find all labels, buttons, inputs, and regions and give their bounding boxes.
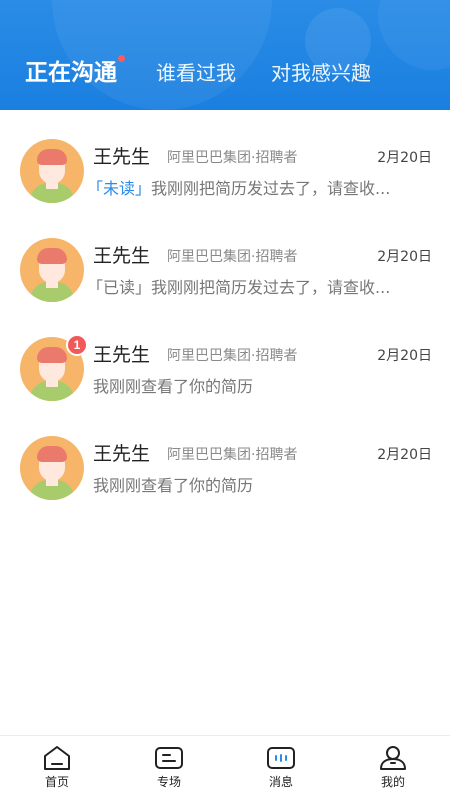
contact-company: 阿里巴巴集团·招聘者 xyxy=(167,150,298,166)
avatar xyxy=(20,436,84,500)
tab-bar: 正在沟通 谁看过我 对我感兴趣 xyxy=(0,56,450,92)
message-preview: 「未读」我刚刚把简历发过去了，请查收... xyxy=(87,178,427,200)
contact-company: 阿里巴巴集团·招聘者 xyxy=(167,348,298,364)
nav-home[interactable]: 首页 xyxy=(1,736,113,800)
message-preview: 「已读」我刚刚把简历发过去了，请查收... xyxy=(87,277,427,299)
read-status: 「未读」 xyxy=(87,179,152,198)
contact-name: 王先生 xyxy=(93,245,151,267)
message-preview: 我刚刚查看了你的简历 xyxy=(93,377,254,396)
message-preview: 我刚刚查看了你的简历 xyxy=(93,476,254,495)
contact-name: 王先生 xyxy=(93,146,151,168)
conversation-item[interactable]: 王先生 阿里巴巴集团·招聘者 2月20日 「已读」我刚刚把简历发过去了，请查收.… xyxy=(0,209,450,308)
message-date: 2月20日 xyxy=(377,150,432,166)
contact-company: 阿里巴巴集团·招聘者 xyxy=(167,447,298,463)
home-icon xyxy=(44,746,70,770)
conversation-item[interactable]: 王先生 阿里巴巴集团·招聘者 2月20日 我刚刚查看了你的简历 xyxy=(0,407,450,506)
nav-profile[interactable]: 我的 xyxy=(337,736,449,800)
message-text: 我刚刚把简历发过去了，请查收... xyxy=(151,179,391,198)
nav-label: 消息 xyxy=(268,775,293,789)
tab-who-viewed-me[interactable]: 谁看过我 xyxy=(156,56,236,90)
header-decoration xyxy=(52,0,272,110)
profile-icon xyxy=(380,746,406,770)
contact-company: 阿里巴巴集团·招聘者 xyxy=(167,249,298,265)
bottom-navigation: 首页 专场 消息 我的 xyxy=(0,735,450,800)
message-text: 我刚刚把简历发过去了，请查收... xyxy=(151,278,391,297)
nav-label: 专场 xyxy=(156,775,181,789)
nav-label: 首页 xyxy=(44,775,69,789)
conversation-list: 王先生 阿里巴巴集团·招聘者 2月20日 「未读」我刚刚把简历发过去了，请查收.… xyxy=(0,110,450,506)
special-icon xyxy=(155,747,183,769)
nav-label: 我的 xyxy=(380,775,405,789)
tab-communicating[interactable]: 正在沟通 xyxy=(25,56,117,90)
nav-messages[interactable]: 消息 xyxy=(225,736,337,800)
nav-special[interactable]: 专场 xyxy=(113,736,225,800)
contact-name: 王先生 xyxy=(93,344,151,366)
contact-name: 王先生 xyxy=(93,443,151,465)
header: 正在沟通 谁看过我 对我感兴趣 xyxy=(0,0,450,110)
message-date: 2月20日 xyxy=(377,447,432,463)
new-indicator-dot xyxy=(118,55,125,62)
read-status: 「已读」 xyxy=(87,278,152,297)
unread-count-badge: 1 xyxy=(66,334,88,356)
message-screen: 正在沟通 谁看过我 对我感兴趣 王先生 阿里巴巴集团·招聘者 2月20日 「未读… xyxy=(0,0,450,800)
avatar xyxy=(20,139,84,203)
conversation-item[interactable]: 1 王先生 阿里巴巴集团·招聘者 2月20日 我刚刚查看了你的简历 xyxy=(0,308,450,407)
avatar xyxy=(20,238,84,302)
message-date: 2月20日 xyxy=(377,249,432,265)
conversation-item[interactable]: 王先生 阿里巴巴集团·招聘者 2月20日 「未读」我刚刚把简历发过去了，请查收.… xyxy=(0,110,450,209)
tab-interested-in-me[interactable]: 对我感兴趣 xyxy=(271,56,371,90)
message-icon xyxy=(267,747,295,769)
message-date: 2月20日 xyxy=(377,348,432,364)
